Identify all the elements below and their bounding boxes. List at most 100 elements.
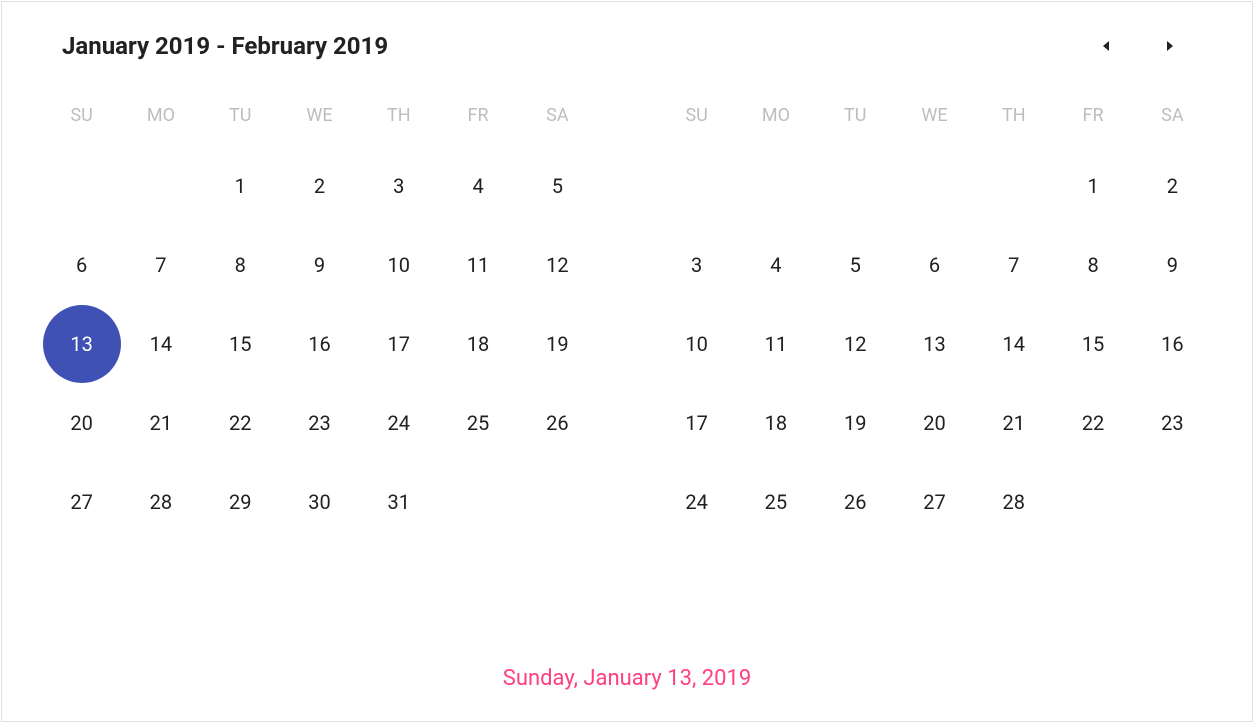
weekday-label: SU	[42, 95, 121, 136]
day-number: 25	[467, 411, 489, 435]
day-cell[interactable]: 14	[974, 304, 1053, 383]
day-cell[interactable]: 24	[359, 383, 438, 462]
day-empty	[657, 146, 736, 225]
day-cell[interactable]: 29	[201, 462, 280, 541]
day-number: 11	[765, 332, 787, 356]
day-cell[interactable]: 25	[438, 383, 517, 462]
day-cell[interactable]: 7	[974, 225, 1053, 304]
day-number: 31	[388, 490, 410, 514]
day-cell[interactable]: 26	[816, 462, 895, 541]
day-cell[interactable]: 18	[438, 304, 517, 383]
day-cell[interactable]: 10	[657, 304, 736, 383]
nav-buttons	[1094, 34, 1192, 58]
day-cell[interactable]: 17	[359, 304, 438, 383]
day-number: 29	[229, 490, 251, 514]
day-number: 30	[308, 490, 330, 514]
day-cell[interactable]: 6	[895, 225, 974, 304]
day-number: 24	[685, 490, 707, 514]
day-cell[interactable]: 21	[121, 383, 200, 462]
day-cell[interactable]: 15	[1053, 304, 1132, 383]
day-cell[interactable]: 19	[816, 383, 895, 462]
day-number: 18	[467, 332, 489, 356]
day-number: 8	[235, 253, 246, 277]
day-cell[interactable]: 4	[438, 146, 517, 225]
day-cell[interactable]: 23	[280, 383, 359, 462]
day-cell[interactable]: 10	[359, 225, 438, 304]
day-number: 16	[1161, 332, 1183, 356]
day-cell[interactable]: 12	[816, 304, 895, 383]
day-cell[interactable]: 26	[518, 383, 597, 462]
weekdays-row-right: SUMOTUWETHFRSA	[657, 95, 1212, 136]
day-number: 13	[70, 332, 92, 356]
weekday-label: TH	[359, 95, 438, 136]
day-cell[interactable]: 9	[280, 225, 359, 304]
day-empty	[736, 146, 815, 225]
day-cell[interactable]: 12	[518, 225, 597, 304]
day-empty	[974, 146, 1053, 225]
day-number: 12	[844, 332, 866, 356]
day-cell[interactable]: 14	[121, 304, 200, 383]
day-cell[interactable]: 1	[201, 146, 280, 225]
day-cell[interactable]: 2	[280, 146, 359, 225]
day-cell[interactable]: 28	[121, 462, 200, 541]
day-cell[interactable]: 22	[201, 383, 280, 462]
day-cell[interactable]: 25	[736, 462, 815, 541]
day-cell[interactable]: 7	[121, 225, 200, 304]
day-number: 2	[1167, 174, 1178, 198]
day-cell[interactable]: 2	[1133, 146, 1212, 225]
day-cell[interactable]: 3	[359, 146, 438, 225]
day-number: 23	[308, 411, 330, 435]
day-cell[interactable]: 1	[1053, 146, 1132, 225]
next-month-button[interactable]	[1158, 34, 1182, 58]
day-cell[interactable]: 4	[736, 225, 815, 304]
calendar-title: January 2019 - February 2019	[62, 32, 388, 60]
day-cell[interactable]: 13	[42, 304, 121, 383]
day-cell[interactable]: 21	[974, 383, 1053, 462]
selected-date-footer: Sunday, January 13, 2019	[42, 646, 1212, 701]
day-cell[interactable]: 6	[42, 225, 121, 304]
day-number: 1	[1087, 174, 1098, 198]
day-number: 10	[388, 253, 410, 277]
day-cell[interactable]: 20	[42, 383, 121, 462]
day-cell[interactable]: 15	[201, 304, 280, 383]
day-cell[interactable]: 20	[895, 383, 974, 462]
day-number: 22	[1082, 411, 1104, 435]
day-number: 17	[685, 411, 707, 435]
day-cell[interactable]: 22	[1053, 383, 1132, 462]
day-cell[interactable]: 5	[518, 146, 597, 225]
day-number: 16	[308, 332, 330, 356]
weekday-label: WE	[280, 95, 359, 136]
day-cell[interactable]: 11	[736, 304, 815, 383]
day-cell[interactable]: 9	[1133, 225, 1212, 304]
day-cell[interactable]: 24	[657, 462, 736, 541]
day-cell[interactable]: 8	[1053, 225, 1132, 304]
day-number: 28	[150, 490, 172, 514]
day-cell[interactable]: 18	[736, 383, 815, 462]
day-cell[interactable]: 17	[657, 383, 736, 462]
day-number: 27	[70, 490, 92, 514]
day-number: 26	[844, 490, 866, 514]
prev-month-button[interactable]	[1094, 34, 1118, 58]
calendar-header: January 2019 - February 2019	[42, 32, 1212, 60]
day-cell[interactable]: 27	[895, 462, 974, 541]
day-cell[interactable]: 23	[1133, 383, 1212, 462]
day-cell[interactable]: 11	[438, 225, 517, 304]
day-empty	[895, 146, 974, 225]
day-cell[interactable]: 16	[280, 304, 359, 383]
day-cell[interactable]: 19	[518, 304, 597, 383]
month-right: SUMOTUWETHFRSA 1234567891011121314151617…	[657, 95, 1212, 646]
day-number: 4	[770, 253, 781, 277]
day-cell[interactable]: 3	[657, 225, 736, 304]
day-cell[interactable]: 8	[201, 225, 280, 304]
day-number: 7	[155, 253, 166, 277]
day-cell[interactable]: 13	[895, 304, 974, 383]
day-number: 2	[314, 174, 325, 198]
chevron-left-icon	[1099, 39, 1113, 53]
day-cell[interactable]: 27	[42, 462, 121, 541]
day-cell[interactable]: 28	[974, 462, 1053, 541]
day-cell[interactable]: 30	[280, 462, 359, 541]
day-cell[interactable]: 5	[816, 225, 895, 304]
day-cell[interactable]: 16	[1133, 304, 1212, 383]
day-cell[interactable]: 31	[359, 462, 438, 541]
day-number: 18	[765, 411, 787, 435]
